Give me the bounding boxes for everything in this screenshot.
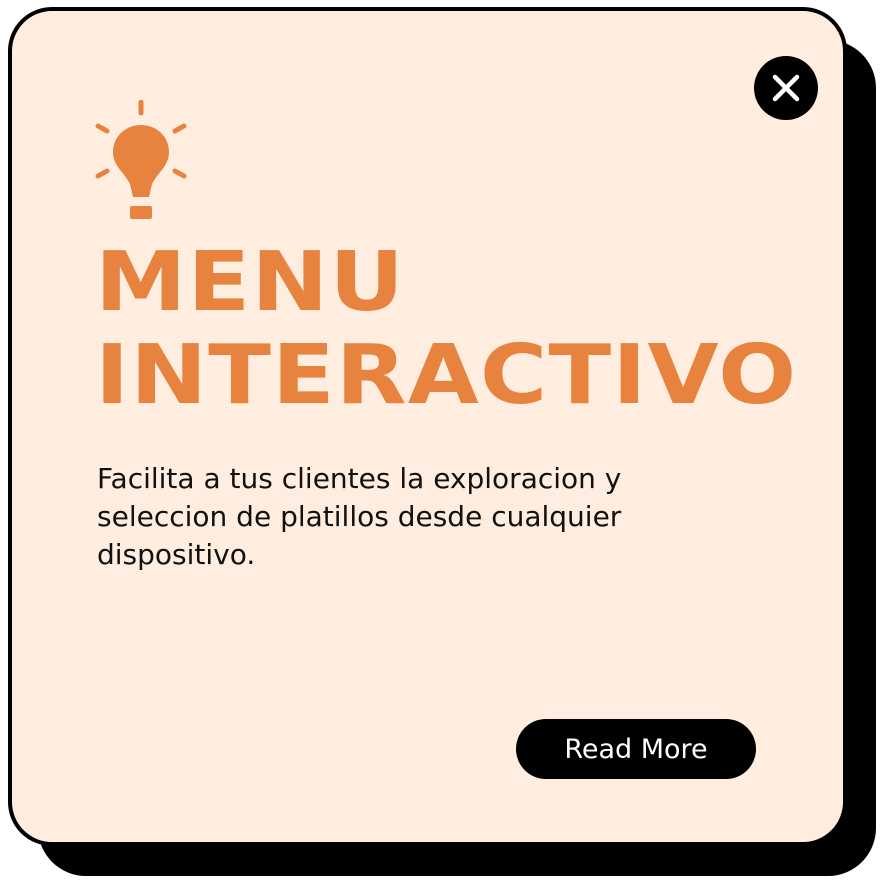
read-more-button[interactable]: Read More: [516, 719, 756, 779]
close-icon: [772, 74, 800, 102]
description-text: Facilita a tus clientes la exploracion y…: [97, 462, 622, 571]
popup-stage: MENU INTERACTIVO Facilita a tus clientes…: [0, 0, 880, 882]
title-line-1: MENU: [95, 235, 406, 330]
title-line-2: INTERACTIVO: [95, 328, 798, 423]
lightbulb-icon: [95, 100, 187, 219]
page-title: MENU INTERACTIVO: [95, 236, 797, 422]
close-button[interactable]: [754, 56, 818, 120]
